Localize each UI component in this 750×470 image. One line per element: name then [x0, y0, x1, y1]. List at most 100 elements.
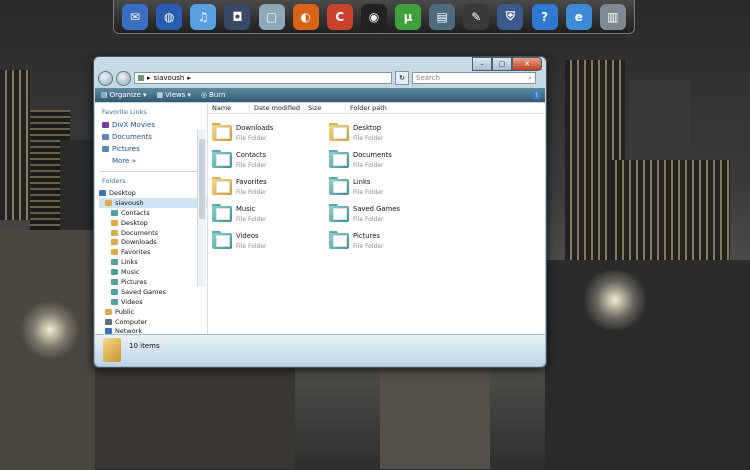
- tree-item[interactable]: Public: [99, 307, 207, 317]
- folder-icon: [105, 318, 112, 325]
- speaker-icon[interactable]: ◉: [360, 3, 387, 30]
- folder-icon: [329, 122, 349, 142]
- file-name: Videos: [236, 232, 259, 240]
- video-icon[interactable]: ▤: [429, 3, 456, 30]
- folder-icon: [212, 203, 232, 223]
- folder-icon: [212, 176, 232, 196]
- file-item[interactable]: Favorites File Folder: [212, 176, 322, 200]
- file-item[interactable]: Music File Folder: [212, 203, 322, 227]
- tree-item-label: Saved Games: [121, 287, 166, 296]
- forward-button[interactable]: [116, 70, 131, 86]
- favorite-link[interactable]: DivX Movies: [95, 119, 207, 131]
- trash-icon[interactable]: ▥: [599, 3, 626, 30]
- favorite-links-title: Favorite Links: [102, 108, 147, 116]
- tree-item[interactable]: Videos: [99, 297, 207, 307]
- favorite-link[interactable]: Documents: [95, 131, 207, 143]
- file-item[interactable]: Contacts File Folder: [212, 149, 322, 173]
- app-icon[interactable]: ▢: [258, 3, 285, 30]
- file-type: File Folder: [353, 135, 384, 142]
- folder-icon: [111, 288, 118, 295]
- firefox-icon[interactable]: ◐: [292, 3, 319, 30]
- tree-item[interactable]: siavoush: [99, 197, 207, 208]
- folder-icon: [99, 189, 106, 196]
- tree-item[interactable]: Network: [99, 326, 207, 334]
- folder-icon: [212, 122, 232, 142]
- column-headers: Name Date modified Size Folder path: [208, 103, 545, 114]
- maximize-button[interactable]: ▢: [492, 57, 512, 71]
- details-pane: 10 items: [95, 335, 545, 366]
- camera-icon[interactable]: ◘: [224, 3, 251, 30]
- window-controls: – ▢ ✕: [472, 57, 542, 71]
- folder-icon: [102, 134, 109, 140]
- tree-scrollbar[interactable]: [197, 129, 206, 287]
- folders-title[interactable]: Folders ⌃: [95, 172, 207, 188]
- globe-icon[interactable]: ◍: [156, 3, 183, 30]
- file-type: File Folder: [236, 216, 267, 223]
- scrollbar-thumb[interactable]: [199, 139, 205, 219]
- search-input[interactable]: Search ⌕: [412, 72, 536, 84]
- folder-icon: [111, 259, 118, 266]
- pencil-cup-icon[interactable]: ✎: [463, 3, 490, 30]
- file-name: Favorites: [236, 178, 267, 186]
- tree-item[interactable]: Documents: [99, 228, 207, 238]
- tree-item[interactable]: Favorites: [99, 247, 207, 257]
- column-header[interactable]: Size: [304, 103, 346, 113]
- breadcrumb-siavoush[interactable]: siavoush: [154, 74, 185, 82]
- tree-item[interactable]: Contacts: [99, 208, 207, 218]
- shield-icon[interactable]: ⛨: [497, 3, 524, 30]
- organize-button[interactable]: ▤ Organize ▾: [101, 91, 147, 99]
- column-header[interactable]: Folder path: [346, 103, 426, 113]
- address-bar[interactable]: ▸ siavoush ▸: [134, 72, 392, 84]
- file-item[interactable]: Saved Games File Folder: [329, 203, 439, 227]
- ccleaner-icon[interactable]: C: [326, 3, 353, 30]
- refresh-button[interactable]: ↻: [395, 71, 409, 85]
- favorite-link[interactable]: Pictures: [95, 143, 207, 155]
- tree-item[interactable]: Desktop: [99, 188, 207, 198]
- utorrent-icon[interactable]: µ: [395, 3, 422, 30]
- tree-item[interactable]: Links: [99, 257, 207, 267]
- tree-item[interactable]: Saved Games: [99, 287, 207, 297]
- folder-icon: [111, 229, 118, 236]
- folder-icon: [329, 149, 349, 169]
- more-link[interactable]: More »: [95, 155, 207, 167]
- file-name: Saved Games: [353, 205, 400, 213]
- file-item[interactable]: Downloads File Folder: [212, 122, 322, 146]
- tree-item[interactable]: Pictures: [99, 277, 207, 287]
- folder-icon: [111, 269, 118, 276]
- back-button[interactable]: [98, 70, 113, 86]
- help-icon[interactable]: ?: [532, 90, 541, 100]
- tree-item[interactable]: Music: [99, 267, 207, 277]
- folder-icon: [105, 199, 112, 206]
- burn-button[interactable]: ◎ Burn: [201, 91, 226, 99]
- column-header[interactable]: Name: [208, 103, 250, 113]
- command-bar: ▤ Organize ▾ ▦ Views ▾ ◎ Burn ?: [95, 88, 545, 102]
- file-item[interactable]: Pictures File Folder: [329, 230, 439, 254]
- file-name: Contacts: [236, 151, 266, 159]
- folder-icon: [102, 146, 109, 152]
- tree-item[interactable]: Downloads: [99, 237, 207, 247]
- tree-item-label: Favorites: [121, 248, 151, 257]
- file-item[interactable]: Documents File Folder: [329, 149, 439, 173]
- file-type: File Folder: [236, 162, 267, 169]
- mail-icon[interactable]: ✉: [122, 3, 149, 30]
- close-button[interactable]: ✕: [512, 57, 542, 71]
- file-name: Documents: [353, 151, 392, 159]
- file-item[interactable]: Videos File Folder: [212, 230, 322, 254]
- organize-icon: ▤: [101, 91, 108, 99]
- ie-icon[interactable]: e: [565, 3, 592, 30]
- tree-item[interactable]: Computer: [99, 317, 207, 327]
- views-button[interactable]: ▦ Views ▾: [157, 91, 191, 99]
- file-item[interactable]: Links File Folder: [329, 176, 439, 200]
- file-item[interactable]: Desktop File Folder: [329, 122, 439, 146]
- itunes-icon[interactable]: ♫: [190, 3, 217, 30]
- minimize-button[interactable]: –: [472, 57, 492, 71]
- tree-item[interactable]: Desktop: [99, 218, 207, 228]
- views-icon: ▦: [156, 91, 164, 99]
- organize-label: Organize: [109, 91, 141, 99]
- column-header[interactable]: Date modified: [250, 103, 304, 113]
- help-icon[interactable]: ?: [531, 3, 558, 30]
- dock: ✉ ◍ ♫ ◘ ▢ ◐ C ◉ µ ▤ ✎ ⛨? e ▥: [113, 0, 635, 34]
- folder-icon: [111, 249, 118, 256]
- favorite-label: DivX Movies: [112, 121, 155, 129]
- tree-item-label: Links: [121, 258, 138, 267]
